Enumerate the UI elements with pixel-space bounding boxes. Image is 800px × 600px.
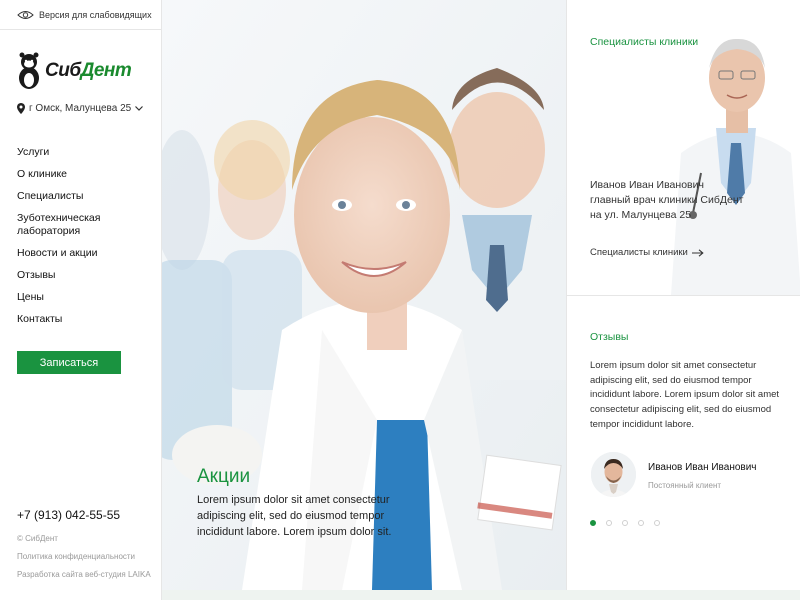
appointment-button[interactable]: Записаться: [17, 351, 121, 374]
location-selector[interactable]: г Омск, Малунцева 25: [17, 103, 144, 114]
reviews-title: Отзывы: [590, 331, 629, 343]
map-pin-icon: [17, 103, 25, 114]
specialists-title: Специалисты клиники: [590, 36, 699, 48]
pagination-dot-2[interactable]: [606, 520, 612, 526]
pagination-dot-4[interactable]: [638, 520, 644, 526]
accessibility-label: Версия для слабовидящих: [39, 9, 152, 20]
sidebar: Версия для слабовидящих СибДент г Омск, …: [0, 0, 162, 600]
accessibility-toggle[interactable]: Версия для слабовидящих: [0, 0, 161, 30]
reviewer-name: Иванов Иван Иванович: [648, 462, 757, 473]
menu-item-news[interactable]: Новости и акции: [17, 247, 152, 260]
reviewer-photo: [591, 452, 636, 497]
menu-item-reviews[interactable]: Отзывы: [17, 269, 152, 282]
menu-item-contacts[interactable]: Контакты: [17, 313, 152, 326]
doctor-info: Иванов Иван Иванович главный врач клиник…: [590, 178, 750, 223]
hero-banner[interactable]: Акции Lorem ipsum dolor sit amet consect…: [162, 0, 566, 590]
bottom-strip: [162, 590, 800, 600]
doctor-position: главный врач клиники СибДент: [590, 194, 744, 206]
specialists-link[interactable]: Специалисты клиники: [590, 247, 704, 258]
logo-text-part2: Дент: [80, 60, 132, 81]
hero-title: Акции: [197, 466, 251, 487]
specialists-link-label: Специалисты клиники: [590, 247, 688, 258]
copyright: © СибДент: [17, 534, 58, 543]
menu-item-prices[interactable]: Цены: [17, 291, 152, 304]
location-text: г Омск, Малунцева 25: [29, 103, 132, 114]
avatar: [591, 452, 636, 497]
logo-text-part1: Сиб: [45, 60, 81, 81]
pagination-dot-3[interactable]: [622, 520, 628, 526]
doctor-name: Иванов Иван Иванович: [590, 179, 704, 191]
arrow-right-icon: [691, 248, 704, 257]
chevron-down-icon: [135, 106, 144, 111]
review-text: Lorem ipsum dolor sit amet consectetur a…: [590, 360, 780, 430]
eye-icon: [17, 10, 34, 19]
specialists-card[interactable]: Специалисты клиники Иванов Иван Иванович…: [567, 0, 800, 296]
menu-item-services[interactable]: Услуги: [17, 146, 152, 159]
logo[interactable]: СибДент: [16, 52, 132, 90]
developer-link[interactable]: Разработка сайта веб-студия LAIKA: [17, 570, 151, 579]
pagination-dot-5[interactable]: [654, 520, 660, 526]
phone-number[interactable]: +7 (913) 042-55-55: [17, 508, 120, 522]
right-column: Специалисты клиники Иванов Иван Иванович…: [566, 0, 800, 600]
menu-item-about[interactable]: О клинике: [17, 168, 152, 181]
menu-item-specialists[interactable]: Специалисты: [17, 190, 152, 203]
reviewer-role: Постоянный клиент: [648, 481, 722, 490]
menu-item-dental-lab[interactable]: Зуботехническая лаборатория: [17, 212, 152, 238]
main-menu: Услуги О клинике Специалисты Зуботехниче…: [17, 146, 152, 335]
hero-text: Lorem ipsum dolor sit amet consectetur a…: [197, 494, 392, 538]
pagination-dot-1[interactable]: [590, 520, 596, 526]
ferret-mascot-icon: [19, 52, 39, 89]
review-pagination: [590, 520, 660, 526]
privacy-link[interactable]: Политика конфиденциальности: [17, 552, 135, 561]
doctor-address: на ул. Малунцева 25: [590, 209, 692, 221]
logo-text: СибДент: [45, 60, 132, 82]
